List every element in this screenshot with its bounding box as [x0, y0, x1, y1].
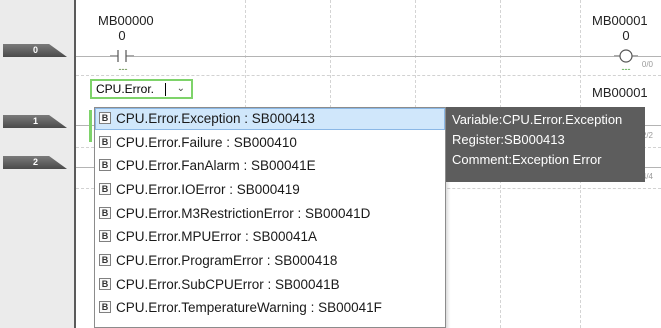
no-contact-icon[interactable]	[110, 48, 134, 64]
autocomplete-item-label: CPU.Error.TemperatureWarning : SB00041F	[116, 300, 382, 315]
variable-edit-input[interactable]: CPU.Error.	[96, 82, 154, 96]
autocomplete-item[interactable]: B CPU.Error.FanAlarm : SB00041E	[95, 155, 445, 177]
bool-icon: B	[99, 277, 111, 290]
contact-comment: ---	[118, 64, 128, 74]
rung-step-count: 0/0	[641, 60, 653, 69]
coil-value: 0	[622, 28, 630, 43]
bool-icon: B	[99, 112, 111, 124]
text-caret	[165, 83, 166, 96]
bool-icon: B	[99, 254, 111, 266]
variable-info-tooltip: Variable:CPU.Error.Exception Register:SB…	[446, 107, 645, 182]
autocomplete-list[interactable]: B CPU.Error.Exception : SB000413 B CPU.E…	[94, 107, 446, 328]
edit-cursor-highlight	[89, 110, 92, 142]
bool-icon: B	[99, 135, 111, 148]
coil-icon[interactable]	[614, 48, 638, 64]
rung-tab-1[interactable]: 1	[3, 115, 71, 129]
rung-0-wire	[76, 56, 661, 57]
contact-value: 0	[118, 28, 126, 43]
bool-icon: B	[99, 230, 111, 242]
autocomplete-item[interactable]: B CPU.Error.SubCPUError : SB00041B	[95, 274, 445, 296]
coil-address[interactable]: MB00001	[592, 13, 648, 28]
variable-edit-combobox[interactable]: CPU.Error. ⌄	[90, 79, 193, 99]
autocomplete-item[interactable]: B CPU.Error.Failure : SB000410	[95, 132, 445, 154]
autocomplete-item-label: CPU.Error.IOError : SB000419	[116, 182, 300, 197]
autocomplete-item[interactable]: B CPU.Error.MPUError : SB00041A	[95, 226, 445, 248]
rung-number: 2	[33, 157, 39, 167]
rung-tab-0[interactable]: 0	[3, 44, 71, 58]
grid-row-line	[76, 75, 661, 76]
autocomplete-item-label: CPU.Error.Exception : SB000413	[116, 111, 315, 126]
tooltip-variable: Variable:CPU.Error.Exception	[452, 112, 623, 127]
left-power-rail	[74, 0, 76, 328]
autocomplete-item-label: CPU.Error.M3RestrictionError : SB00041D	[116, 205, 371, 221]
rung-number: 1	[33, 116, 39, 126]
rung-number: 0	[33, 45, 39, 55]
autocomplete-item-label: CPU.Error.SubCPUError : SB00041B	[116, 276, 340, 292]
contact-address[interactable]: MB00000	[98, 13, 154, 28]
autocomplete-item-label: CPU.Error.MPUError : SB00041A	[116, 229, 318, 244]
bool-icon: B	[99, 301, 111, 313]
autocomplete-item[interactable]: B CPU.Error.Exception : SB000413	[95, 108, 445, 130]
bool-icon: B	[99, 159, 111, 171]
chevron-down-icon[interactable]: ⌄	[177, 81, 185, 97]
autocomplete-item[interactable]: B CPU.Error.IOError : SB000419	[95, 179, 445, 201]
bool-icon: B	[99, 183, 111, 195]
tooltip-register: Register:SB000413	[452, 132, 565, 147]
tooltip-comment: Comment:Exception Error	[452, 152, 602, 167]
autocomplete-item-label: CPU.Error.ProgramError : SB000418	[116, 253, 338, 268]
autocomplete-item-label: CPU.Error.Failure : SB000410	[116, 134, 297, 150]
autocomplete-item[interactable]: B CPU.Error.TemperatureWarning : SB00041…	[95, 297, 445, 319]
autocomplete-item[interactable]: B CPU.Error.M3RestrictionError : SB00041…	[95, 203, 445, 225]
rung-tab-2[interactable]: 2	[3, 156, 71, 170]
coil-address[interactable]: MB00001	[592, 85, 648, 100]
autocomplete-item[interactable]: B CPU.Error.ProgramError : SB000418	[95, 250, 445, 272]
coil-comment: ---	[621, 64, 631, 74]
bool-icon: B	[99, 206, 111, 219]
autocomplete-item-label: CPU.Error.FanAlarm : SB00041E	[116, 158, 316, 173]
